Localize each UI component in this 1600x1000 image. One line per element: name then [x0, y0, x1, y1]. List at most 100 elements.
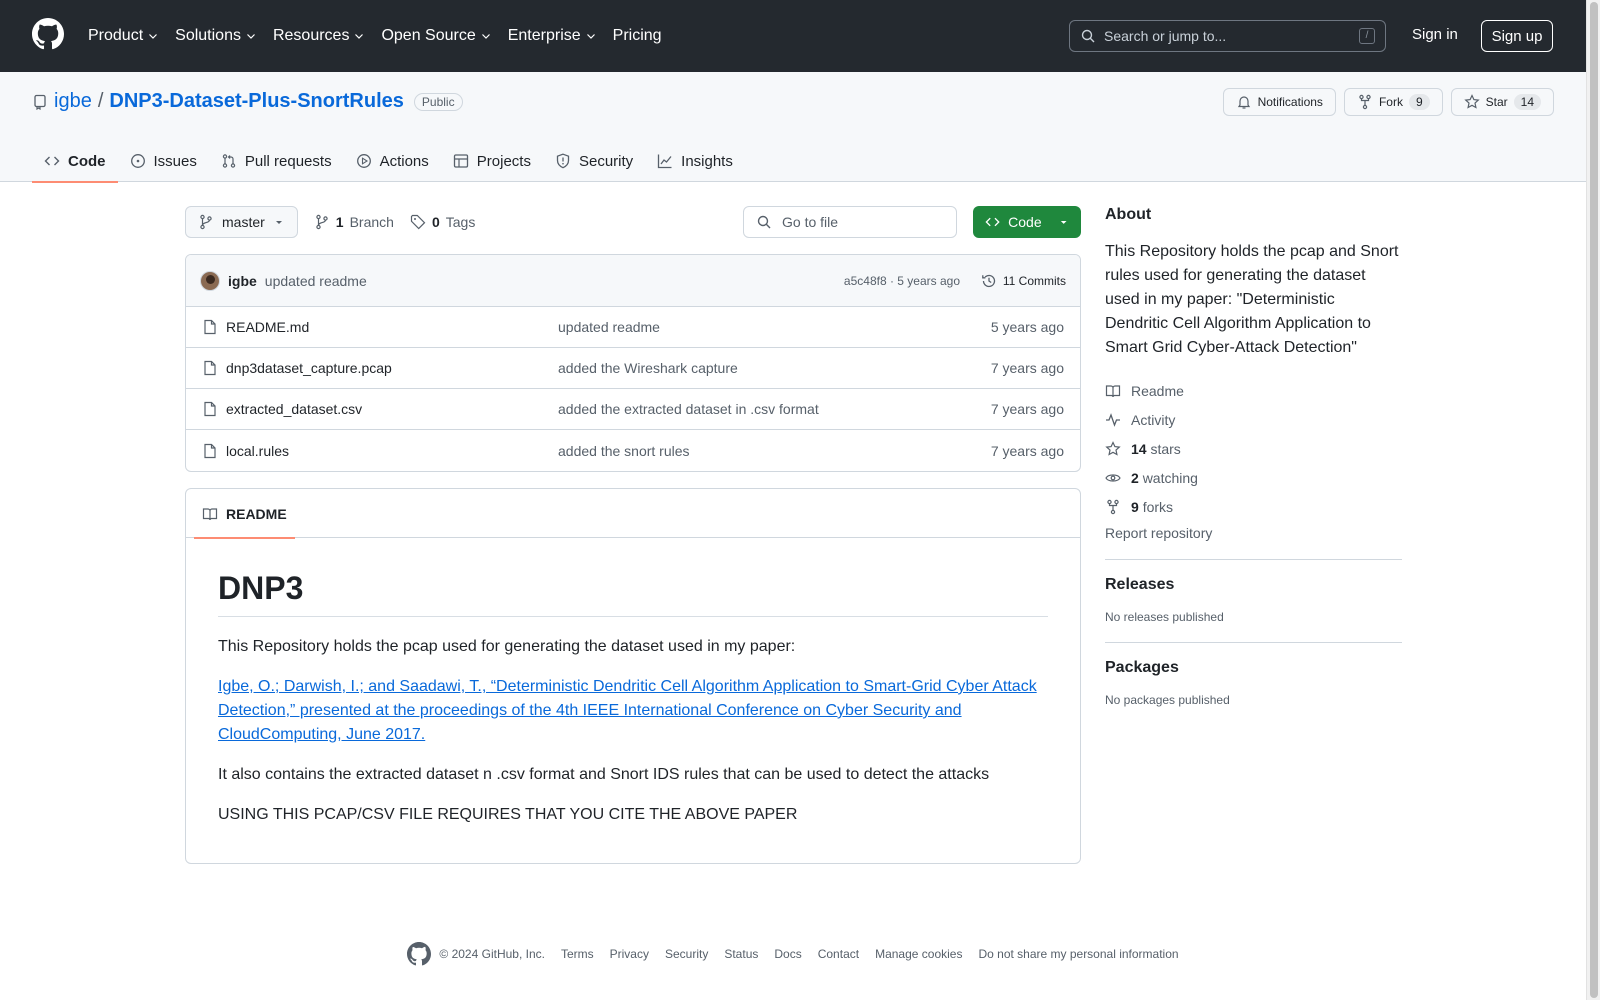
- stars-count: 14: [1131, 440, 1147, 457]
- github-logo-icon[interactable]: [407, 942, 432, 966]
- citation-link[interactable]: Igbe, O.; Darwish, I.; and Saadawi, T., …: [218, 678, 1037, 743]
- repository-header: igbe / DNP3-Dataset-Plus-SnortRules Publ…: [0, 72, 1586, 183]
- file-row[interactable]: local.rules added the snort rules 7 year…: [186, 430, 1080, 471]
- readme-header: README: [186, 489, 1080, 539]
- top-navigation: Product Solutions Resources Open Source …: [88, 0, 678, 72]
- nav-solutions[interactable]: Solutions: [175, 27, 257, 45]
- stars-link[interactable]: 14 stars: [1105, 434, 1402, 463]
- pulse-icon: [1106, 412, 1120, 427]
- fork-icon: [1359, 94, 1371, 110]
- watchers-link[interactable]: 2 watching: [1105, 463, 1402, 492]
- branches-link[interactable]: 1 Branch: [314, 214, 394, 230]
- tab-pull-requests[interactable]: Pull requests: [209, 140, 344, 182]
- book-icon: [1105, 384, 1121, 397]
- tab-pull-requests-label: Pull requests: [244, 152, 332, 170]
- search-icon: [757, 215, 771, 229]
- star-button[interactable]: Star 14: [1450, 88, 1554, 116]
- nav-product[interactable]: Product: [88, 27, 159, 45]
- file-row[interactable]: README.md updated readme 5 years ago: [186, 307, 1080, 348]
- file-commit-message[interactable]: updated readme: [558, 319, 660, 335]
- footer-link-privacy[interactable]: Privacy: [610, 947, 649, 961]
- copyright-text: © 2024 GitHub, Inc.: [439, 947, 545, 961]
- tags-link[interactable]: 0 Tags: [410, 214, 475, 230]
- page-scrollbar[interactable]: [1586, 0, 1600, 1000]
- file-row[interactable]: dnp3dataset_capture.pcap added the Wires…: [186, 348, 1080, 389]
- file-row[interactable]: extracted_dataset.csv added the extracte…: [186, 389, 1080, 430]
- packages-empty-text: No packages published: [1105, 693, 1230, 707]
- footer-link-docs[interactable]: Docs: [774, 947, 801, 961]
- global-search-input[interactable]: Search or jump to... /: [1069, 20, 1386, 52]
- history-icon: [982, 274, 996, 287]
- scrollbar-thumb[interactable]: [1590, 2, 1598, 998]
- tab-projects[interactable]: Projects: [441, 140, 543, 182]
- nav-pricing[interactable]: Pricing: [613, 27, 662, 45]
- releases-heading[interactable]: Releases: [1105, 576, 1402, 594]
- code-dropdown-button[interactable]: Code: [973, 206, 1081, 238]
- chevron-down-icon: [355, 34, 364, 39]
- file-commit-message[interactable]: added the snort rules: [558, 443, 690, 459]
- footer-link-terms[interactable]: Terms: [561, 947, 594, 961]
- about-heading: About: [1105, 206, 1152, 223]
- tab-insights[interactable]: Insights: [645, 140, 745, 182]
- pull-request-icon: [222, 154, 236, 168]
- file-name-link[interactable]: local.rules: [226, 443, 558, 459]
- nav-enterprise[interactable]: Enterprise: [508, 27, 597, 45]
- repo-title: igbe / DNP3-Dataset-Plus-SnortRules Publ…: [32, 90, 463, 113]
- tab-insights-label: Insights: [681, 152, 733, 170]
- file-icon: [204, 319, 216, 335]
- eye-icon: [1105, 473, 1121, 482]
- file-commit-message[interactable]: added the Wireshark capture: [558, 360, 738, 376]
- nav-open-source[interactable]: Open Source: [381, 27, 491, 45]
- commit-hash-date[interactable]: a5c48f8 · 5 years ago: [844, 274, 960, 288]
- global-header: Product Solutions Resources Open Source …: [0, 0, 1586, 72]
- forks-link[interactable]: 9 forks: [1105, 492, 1402, 521]
- commit-message-link[interactable]: updated readme: [265, 273, 367, 289]
- file-name-link[interactable]: dnp3dataset_capture.pcap: [226, 360, 558, 376]
- code-icon: [44, 156, 60, 166]
- tab-security[interactable]: Security: [543, 140, 645, 182]
- tab-actions[interactable]: Actions: [344, 140, 441, 182]
- repo-name-link[interactable]: DNP3-Dataset-Plus-SnortRules: [109, 90, 404, 113]
- star-count: 14: [1513, 94, 1541, 110]
- readme-link[interactable]: Readme: [1105, 376, 1402, 405]
- readme-paragraph: It also contains the extracted dataset n…: [218, 766, 990, 783]
- report-repository-link[interactable]: Report repository: [1105, 525, 1402, 541]
- caret-down-icon: [275, 221, 282, 224]
- footer-link-security[interactable]: Security: [665, 947, 708, 961]
- file-name-link[interactable]: extracted_dataset.csv: [226, 401, 558, 417]
- repo-tabs: Code Issues Pull requests Actions Projec…: [32, 140, 745, 183]
- activity-link-label: Activity: [1131, 411, 1176, 428]
- activity-link[interactable]: Activity: [1105, 405, 1402, 434]
- latest-commit-bar: igbe updated readme a5c48f8 · 5 years ag…: [186, 255, 1080, 307]
- notifications-button[interactable]: Notifications: [1222, 88, 1336, 116]
- commits-history-link[interactable]: 11 Commits: [981, 273, 1066, 289]
- bell-icon: [1237, 96, 1250, 109]
- readme-tab-label: README: [226, 505, 287, 522]
- footer-link-status[interactable]: Status: [724, 947, 758, 961]
- tab-code[interactable]: Code: [32, 140, 118, 183]
- footer-link-contact[interactable]: Contact: [818, 947, 859, 961]
- footer-link-manage-cookies[interactable]: Manage cookies: [875, 947, 962, 961]
- avatar[interactable]: [200, 270, 220, 291]
- tab-issues[interactable]: Issues: [118, 140, 209, 182]
- fork-button[interactable]: Fork 9: [1343, 88, 1443, 116]
- sign-up-button[interactable]: Sign up: [1481, 20, 1553, 52]
- file-commit-message[interactable]: added the extracted dataset in .csv form…: [558, 401, 819, 417]
- repo-owner-link[interactable]: igbe: [54, 90, 92, 113]
- table-icon: [453, 154, 468, 168]
- tab-issues-label: Issues: [153, 152, 197, 170]
- packages-heading[interactable]: Packages: [1105, 659, 1402, 677]
- caret-down-icon: [1060, 221, 1067, 224]
- search-icon: [1081, 29, 1095, 43]
- file-name-link[interactable]: README.md: [226, 319, 558, 335]
- commit-author-link[interactable]: igbe: [228, 273, 257, 289]
- nav-resources[interactable]: Resources: [273, 27, 365, 45]
- branch-selector[interactable]: master: [185, 206, 298, 238]
- go-to-file-input[interactable]: Go to file: [743, 206, 957, 238]
- search-shortcut-key: /: [1359, 28, 1375, 44]
- play-circle-icon: [356, 154, 371, 168]
- footer-link-do-not-share[interactable]: Do not share my personal information: [978, 947, 1178, 961]
- readme-tab[interactable]: README: [194, 489, 295, 539]
- sign-in-link[interactable]: Sign in: [1412, 26, 1458, 43]
- github-logo-icon[interactable]: [32, 18, 64, 50]
